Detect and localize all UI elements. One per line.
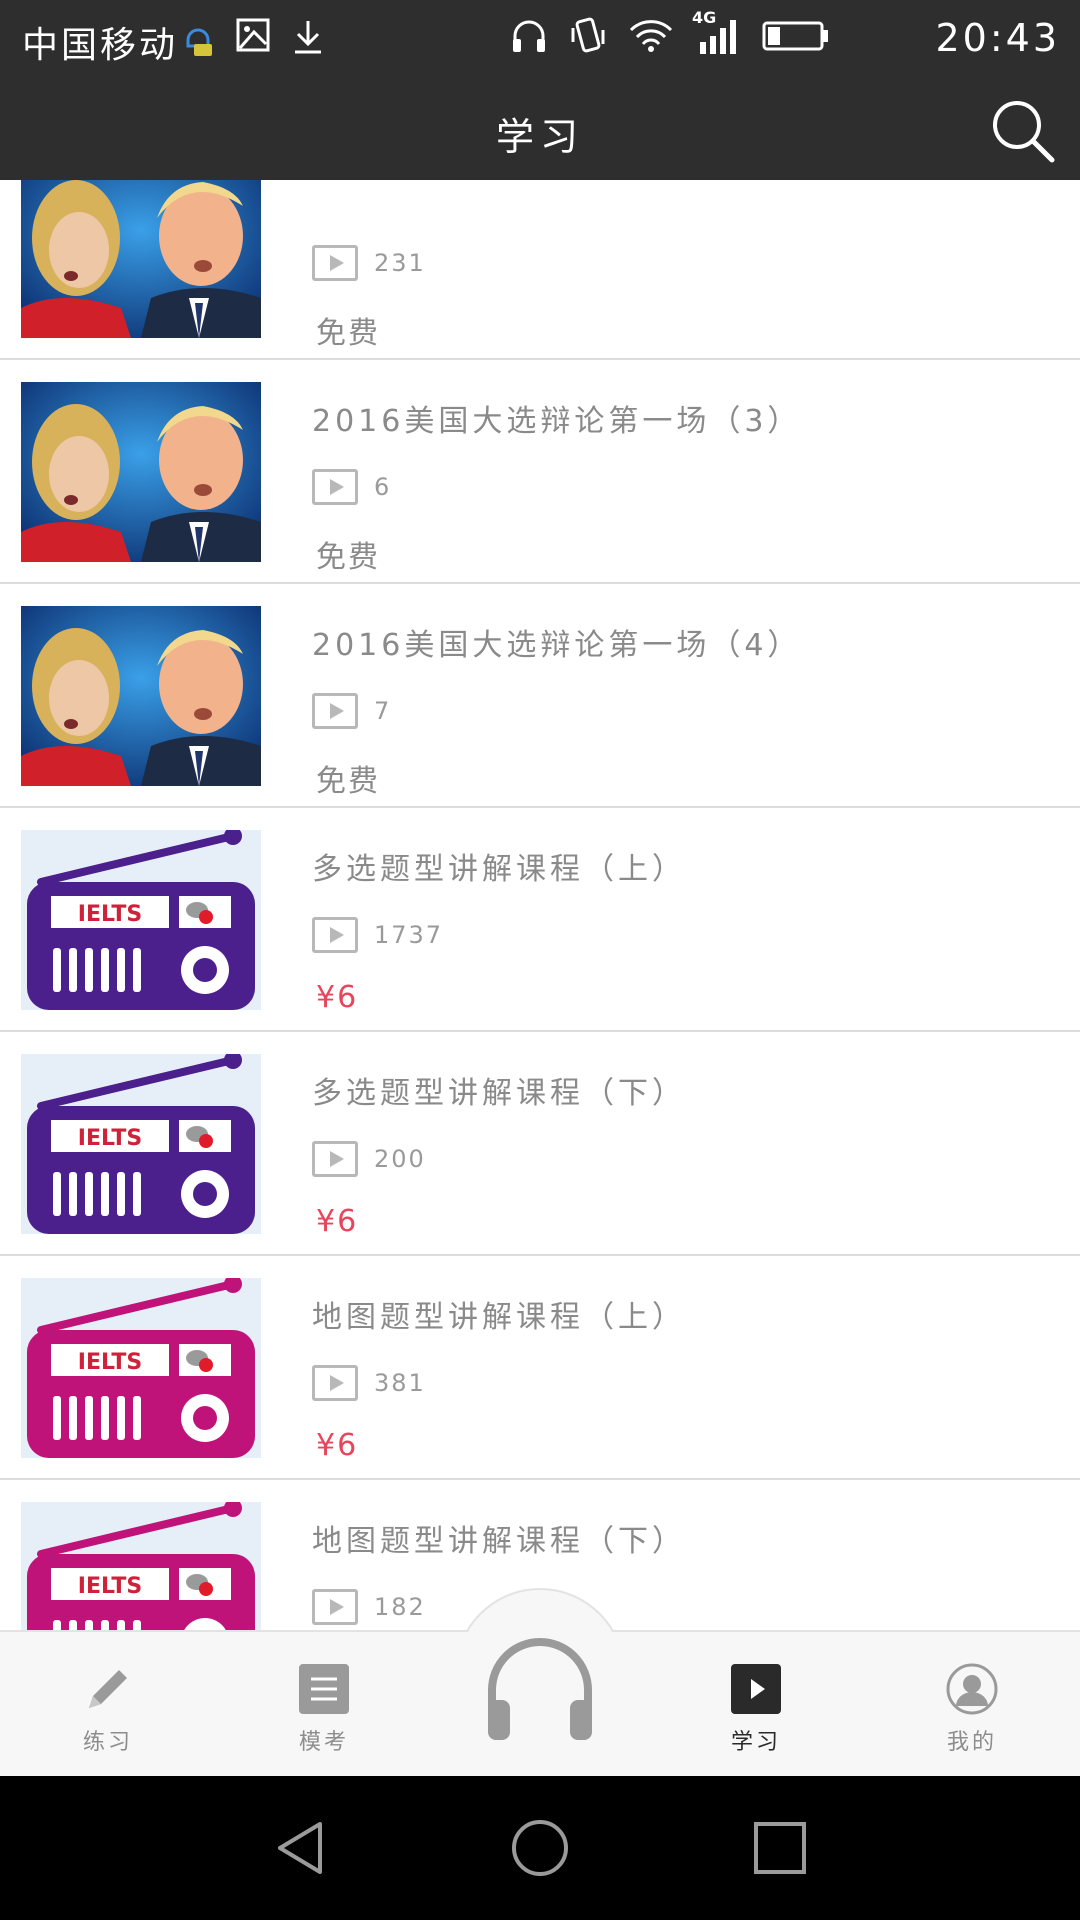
play-count: 231	[374, 249, 426, 277]
ielts-radio-thumbnail: IELTS	[21, 1054, 261, 1234]
course-item[interactable]: 231 免费	[0, 180, 1080, 360]
course-thumbnail	[21, 180, 261, 338]
title-bar: 学习	[0, 80, 1080, 180]
course-price: ¥6	[316, 980, 359, 1015]
search-button[interactable]	[988, 96, 1058, 166]
tab-study[interactable]: 学习	[696, 1662, 816, 1756]
course-thumbnail	[21, 606, 261, 786]
debate-thumbnail	[21, 180, 261, 338]
vibrate-icon	[570, 16, 606, 56]
pencil-icon	[89, 1670, 127, 1708]
course-title: 多选题型讲解课程（上）	[312, 852, 686, 887]
play-icon	[312, 693, 358, 729]
user-icon	[946, 1663, 998, 1715]
tab-label: 练习	[82, 1730, 133, 1755]
status-bar: 中国移动 4G 20:43	[0, 0, 1080, 80]
system-nav-bar	[0, 1776, 1080, 1920]
play-count-row: 6	[312, 468, 391, 506]
course-list[interactable]: 231 免费 2016美国大选辩论第一场（3） 6 免费 2016美国大选辩论第一场（4）…	[0, 180, 1080, 1630]
play-count-row: 381	[312, 1364, 426, 1402]
course-title: 2016美国大选辩论第一场（3）	[312, 404, 802, 439]
back-icon	[278, 1822, 322, 1874]
tab-label: 学习	[730, 1730, 781, 1755]
play-icon	[312, 469, 358, 505]
course-thumbnail	[21, 382, 261, 562]
debate-thumbnail	[21, 606, 261, 786]
course-price: 免费	[316, 764, 380, 799]
recents-button[interactable]	[750, 1818, 810, 1878]
home-button[interactable]	[510, 1818, 570, 1878]
play-count: 6	[374, 473, 392, 501]
tab-label: 模考	[298, 1730, 349, 1755]
player-button[interactable]	[480, 1630, 600, 1750]
play-count: 1737	[374, 921, 444, 949]
course-thumbnail: IELTS	[21, 1278, 261, 1458]
play-count-row: 182	[312, 1588, 426, 1626]
course-title: 2016美国大选辩论第一场（4）	[312, 628, 802, 663]
search-icon	[993, 101, 1055, 163]
network-type: 4G	[692, 8, 717, 27]
course-item[interactable]: 2016美国大选辩论第一场（4） 7 免费	[0, 584, 1080, 808]
signal-icon: 4G	[692, 8, 740, 56]
download-icon	[292, 18, 324, 58]
play-icon	[312, 1365, 358, 1401]
tab-profile[interactable]: 我的	[912, 1662, 1032, 1756]
recents-icon	[754, 1822, 806, 1874]
play-icon	[731, 1664, 781, 1714]
course-item[interactable]: IELTS 多选题型讲解课程（下） 200 ¥6	[0, 1032, 1080, 1256]
ielts-radio-thumbnail: IELTS	[21, 830, 261, 1010]
battery-icon	[762, 19, 830, 53]
course-item[interactable]: IELTS 多选题型讲解课程（上） 1737 ¥6	[0, 808, 1080, 1032]
course-price: 免费	[316, 540, 380, 575]
assistant-icon	[182, 18, 214, 58]
list-icon	[299, 1664, 349, 1714]
ielts-radio-thumbnail: IELTS	[21, 1278, 261, 1458]
course-title: 地图题型讲解课程（上）	[312, 1300, 686, 1335]
play-icon	[312, 917, 358, 953]
course-thumbnail: IELTS	[21, 830, 261, 1010]
page-title: 学习	[495, 115, 584, 159]
course-price: 免费	[316, 316, 380, 351]
course-price: ¥6	[316, 1204, 359, 1239]
course-thumbnail: IELTS	[21, 1502, 261, 1630]
carrier-name: 中国移动	[22, 25, 179, 66]
svg-text:IELTS: IELTS	[78, 902, 142, 927]
course-item[interactable]: 2016美国大选辩论第一场（3） 6 免费	[0, 360, 1080, 584]
play-count-row: 231	[312, 244, 426, 282]
headphones-icon	[488, 1638, 592, 1740]
play-count: 182	[374, 1593, 426, 1621]
play-count: 7	[374, 697, 392, 725]
play-count-row: 200	[312, 1140, 426, 1178]
image-icon	[236, 18, 270, 58]
svg-text:IELTS: IELTS	[78, 1574, 142, 1599]
play-count: 200	[374, 1145, 426, 1173]
play-icon	[312, 1141, 358, 1177]
tab-mock-exam[interactable]: 模考	[264, 1662, 384, 1756]
status-time: 20:43	[935, 16, 1060, 60]
back-button[interactable]	[272, 1818, 332, 1878]
home-icon	[512, 1820, 568, 1876]
play-icon	[312, 245, 358, 281]
course-price: ¥6	[316, 1428, 359, 1463]
ielts-radio-thumbnail: IELTS	[21, 1502, 261, 1630]
tab-practice[interactable]: 练习	[48, 1662, 168, 1756]
play-count: 381	[374, 1369, 426, 1397]
svg-text:IELTS: IELTS	[78, 1126, 142, 1151]
play-icon	[312, 1589, 358, 1625]
course-item[interactable]: IELTS 地图题型讲解课程（上） 381 ¥6	[0, 1256, 1080, 1480]
play-count-row: 1737	[312, 916, 443, 954]
course-thumbnail: IELTS	[21, 1054, 261, 1234]
tab-label: 我的	[946, 1730, 997, 1755]
wifi-icon	[628, 18, 674, 54]
headphones-icon	[510, 17, 548, 55]
svg-text:IELTS: IELTS	[78, 1350, 142, 1375]
course-title: 多选题型讲解课程（下）	[312, 1076, 686, 1111]
course-title: 地图题型讲解课程（下）	[312, 1524, 686, 1559]
play-count-row: 7	[312, 692, 391, 730]
debate-thumbnail	[21, 382, 261, 562]
